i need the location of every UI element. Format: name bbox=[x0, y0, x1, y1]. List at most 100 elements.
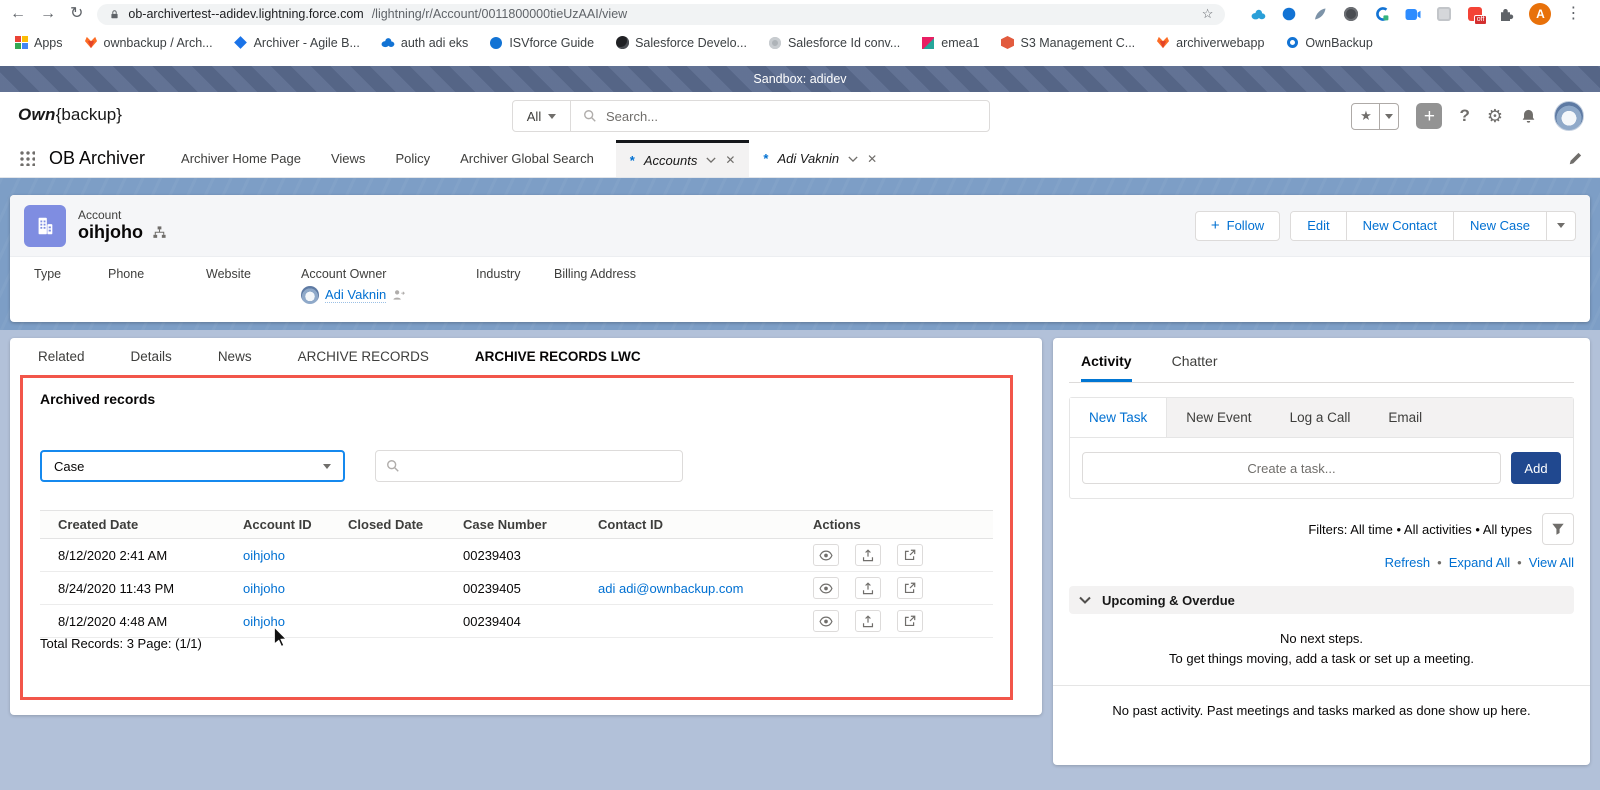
column-closed-date: Closed Date bbox=[340, 510, 455, 539]
favorites-caret[interactable] bbox=[1379, 103, 1398, 129]
object-select[interactable]: Case bbox=[40, 450, 345, 482]
expand-all-link[interactable]: Expand All bbox=[1449, 555, 1510, 570]
bookmark-star-icon[interactable]: ☆ bbox=[1202, 6, 1214, 22]
account-meta: Account oihjoho bbox=[78, 208, 167, 243]
change-owner-icon[interactable] bbox=[392, 289, 406, 301]
apps-grid bbox=[14, 36, 28, 49]
account-id-link[interactable]: oihjoho bbox=[243, 581, 285, 596]
tab-activity[interactable]: Activity bbox=[1081, 353, 1132, 382]
browser-menu-icon[interactable]: ⋮ bbox=[1565, 6, 1581, 22]
nav-item-policy[interactable]: Policy bbox=[395, 151, 430, 166]
workspace-tab-accounts[interactable]: * Accounts ✕ bbox=[615, 140, 750, 177]
browser-back-icon[interactable]: ← bbox=[10, 6, 26, 22]
new-contact-button[interactable]: New Contact bbox=[1346, 211, 1455, 240]
cloud-extension-icon[interactable] bbox=[1249, 5, 1267, 23]
gray-square-extension-icon[interactable] bbox=[1435, 5, 1453, 23]
composer-tab-new-event[interactable]: New Event bbox=[1167, 398, 1270, 437]
create-task-input[interactable] bbox=[1082, 452, 1501, 484]
restore-record-button[interactable] bbox=[855, 610, 881, 632]
nav-item-views[interactable]: Views bbox=[331, 151, 365, 166]
bookmark-archiver-agile-b[interactable]: Archiver - Agile B... bbox=[234, 36, 360, 50]
bookmark-salesforce-id-conv[interactable]: Salesforce Id conv... bbox=[768, 36, 900, 50]
contact-id-link[interactable]: adi adi@ownbackup.com bbox=[598, 581, 743, 596]
more-actions-button[interactable] bbox=[1547, 212, 1575, 240]
browser-refresh-icon[interactable]: ↻ bbox=[70, 6, 83, 22]
dark-circle-extension-icon[interactable] bbox=[1342, 5, 1360, 23]
global-search-input[interactable] bbox=[606, 108, 977, 124]
new-case-button[interactable]: New Case bbox=[1454, 211, 1547, 240]
camera-extension-icon[interactable] bbox=[1404, 5, 1422, 23]
tab-news[interactable]: News bbox=[218, 349, 252, 364]
blue-circle-extension-icon[interactable] bbox=[1280, 5, 1298, 23]
records-search-box[interactable] bbox=[375, 450, 683, 482]
browser-forward-icon[interactable]: → bbox=[40, 6, 56, 22]
address-bar[interactable]: ob-archivertest--adidev.lightning.force.… bbox=[97, 3, 1226, 25]
add-task-button[interactable]: Add bbox=[1511, 452, 1561, 484]
edit-button[interactable]: Edit bbox=[1291, 211, 1347, 240]
view-all-link[interactable]: View All bbox=[1529, 555, 1574, 570]
chevron-down-icon[interactable] bbox=[848, 155, 858, 162]
view-record-button[interactable] bbox=[813, 610, 839, 632]
restore-record-button[interactable] bbox=[855, 577, 881, 599]
archived-records-table: Created Date Account ID Closed Date Case Nu… bbox=[40, 510, 993, 638]
workspace-tab-label: Adi Vaknin bbox=[777, 151, 840, 166]
upcoming-overdue-section[interactable]: Upcoming & Overdue bbox=[1069, 586, 1574, 614]
tab-details[interactable]: Details bbox=[131, 349, 172, 364]
workspace-tab-adi-vaknin[interactable]: * Adi Vaknin ✕ bbox=[749, 140, 891, 177]
search-input-wrap bbox=[571, 108, 989, 124]
view-record-button[interactable] bbox=[813, 577, 839, 599]
open-record-button[interactable] bbox=[897, 577, 923, 599]
dark-circle bbox=[1344, 7, 1359, 21]
bookmark-auth-adi-eks[interactable]: auth adi eks bbox=[381, 36, 468, 50]
nav-item-archiver-global-search[interactable]: Archiver Global Search bbox=[460, 151, 594, 166]
view-record-button[interactable] bbox=[813, 544, 839, 566]
cell-contact-id: adi adi@ownbackup.com bbox=[590, 571, 805, 605]
bookmark-s3-management-c[interactable]: S3 Management C... bbox=[1001, 36, 1135, 50]
logo-own: Own bbox=[18, 105, 56, 124]
nav-item-archiver-home-page[interactable]: Archiver Home Page bbox=[181, 151, 301, 166]
puzzle-extensions-icon[interactable] bbox=[1497, 5, 1515, 23]
bookmark-isvforce-guide[interactable]: ISVforce Guide bbox=[489, 36, 594, 50]
composer-tab-new-task[interactable]: New Task bbox=[1070, 398, 1168, 437]
open-record-button[interactable] bbox=[897, 610, 923, 632]
restore-record-button[interactable] bbox=[855, 544, 881, 566]
composer-tab-email[interactable]: Email bbox=[1369, 398, 1441, 437]
bookmark-archiverwebapp[interactable]: archiverwebapp bbox=[1156, 36, 1264, 50]
bookmark-apps[interactable]: Apps bbox=[14, 36, 63, 50]
tab-archive-records[interactable]: ARCHIVE RECORDS bbox=[298, 349, 429, 364]
search-scope-dropdown[interactable]: All bbox=[513, 101, 571, 131]
global-actions-icon[interactable]: + bbox=[1416, 103, 1443, 129]
filter-funnel-button[interactable] bbox=[1542, 513, 1574, 545]
browser-profile-avatar[interactable]: A bbox=[1529, 3, 1552, 25]
gear-icon[interactable]: ⚙︎ bbox=[1487, 107, 1503, 125]
composer-tab-log-a-call[interactable]: Log a Call bbox=[1271, 398, 1370, 437]
favorites-widget[interactable]: ★ bbox=[1351, 102, 1400, 130]
account-id-link[interactable]: oihjoho bbox=[243, 548, 285, 563]
feather-extension-icon[interactable] bbox=[1311, 5, 1329, 23]
bookmark-ownbackup[interactable]: OwnBackup bbox=[1285, 36, 1373, 50]
follow-button[interactable]: + Follow bbox=[1194, 210, 1281, 241]
user-avatar[interactable] bbox=[1554, 101, 1584, 131]
field-label: Type bbox=[34, 267, 62, 281]
bell-icon[interactable] bbox=[1520, 108, 1537, 125]
tab-related[interactable]: Related bbox=[38, 349, 85, 364]
c-green-extension-icon[interactable] bbox=[1373, 5, 1391, 23]
app-launcher-icon[interactable] bbox=[20, 151, 35, 166]
chevron-down-icon[interactable] bbox=[706, 157, 716, 163]
bookmark-emea1[interactable]: emea1 bbox=[921, 36, 980, 50]
hierarchy-icon[interactable] bbox=[152, 225, 167, 240]
refresh-link[interactable]: Refresh bbox=[1385, 555, 1431, 570]
tab-archive-records-lwc[interactable]: ARCHIVE RECORDS LWC bbox=[475, 349, 641, 364]
edit-pencil-icon[interactable] bbox=[1568, 152, 1582, 166]
adblock-extension-icon[interactable]: off bbox=[1466, 5, 1488, 25]
account-owner-link[interactable]: Adi Vaknin bbox=[325, 287, 387, 303]
help-icon[interactable]: ? bbox=[1459, 106, 1469, 126]
tab-chatter[interactable]: Chatter bbox=[1172, 353, 1218, 382]
close-icon[interactable]: ✕ bbox=[867, 152, 877, 166]
close-icon[interactable]: ✕ bbox=[725, 153, 735, 167]
record-detail-card: Related Details News ARCHIVE RECORDS ARCHIVE… bbox=[10, 338, 1042, 715]
open-record-button[interactable] bbox=[897, 544, 923, 566]
bookmark-salesforce-develo[interactable]: Salesforce Develo... bbox=[615, 36, 747, 50]
favorites-star-icon[interactable]: ★ bbox=[1352, 108, 1379, 124]
bookmark-ownbackup-arch[interactable]: ownbackup / Arch... bbox=[84, 36, 213, 50]
